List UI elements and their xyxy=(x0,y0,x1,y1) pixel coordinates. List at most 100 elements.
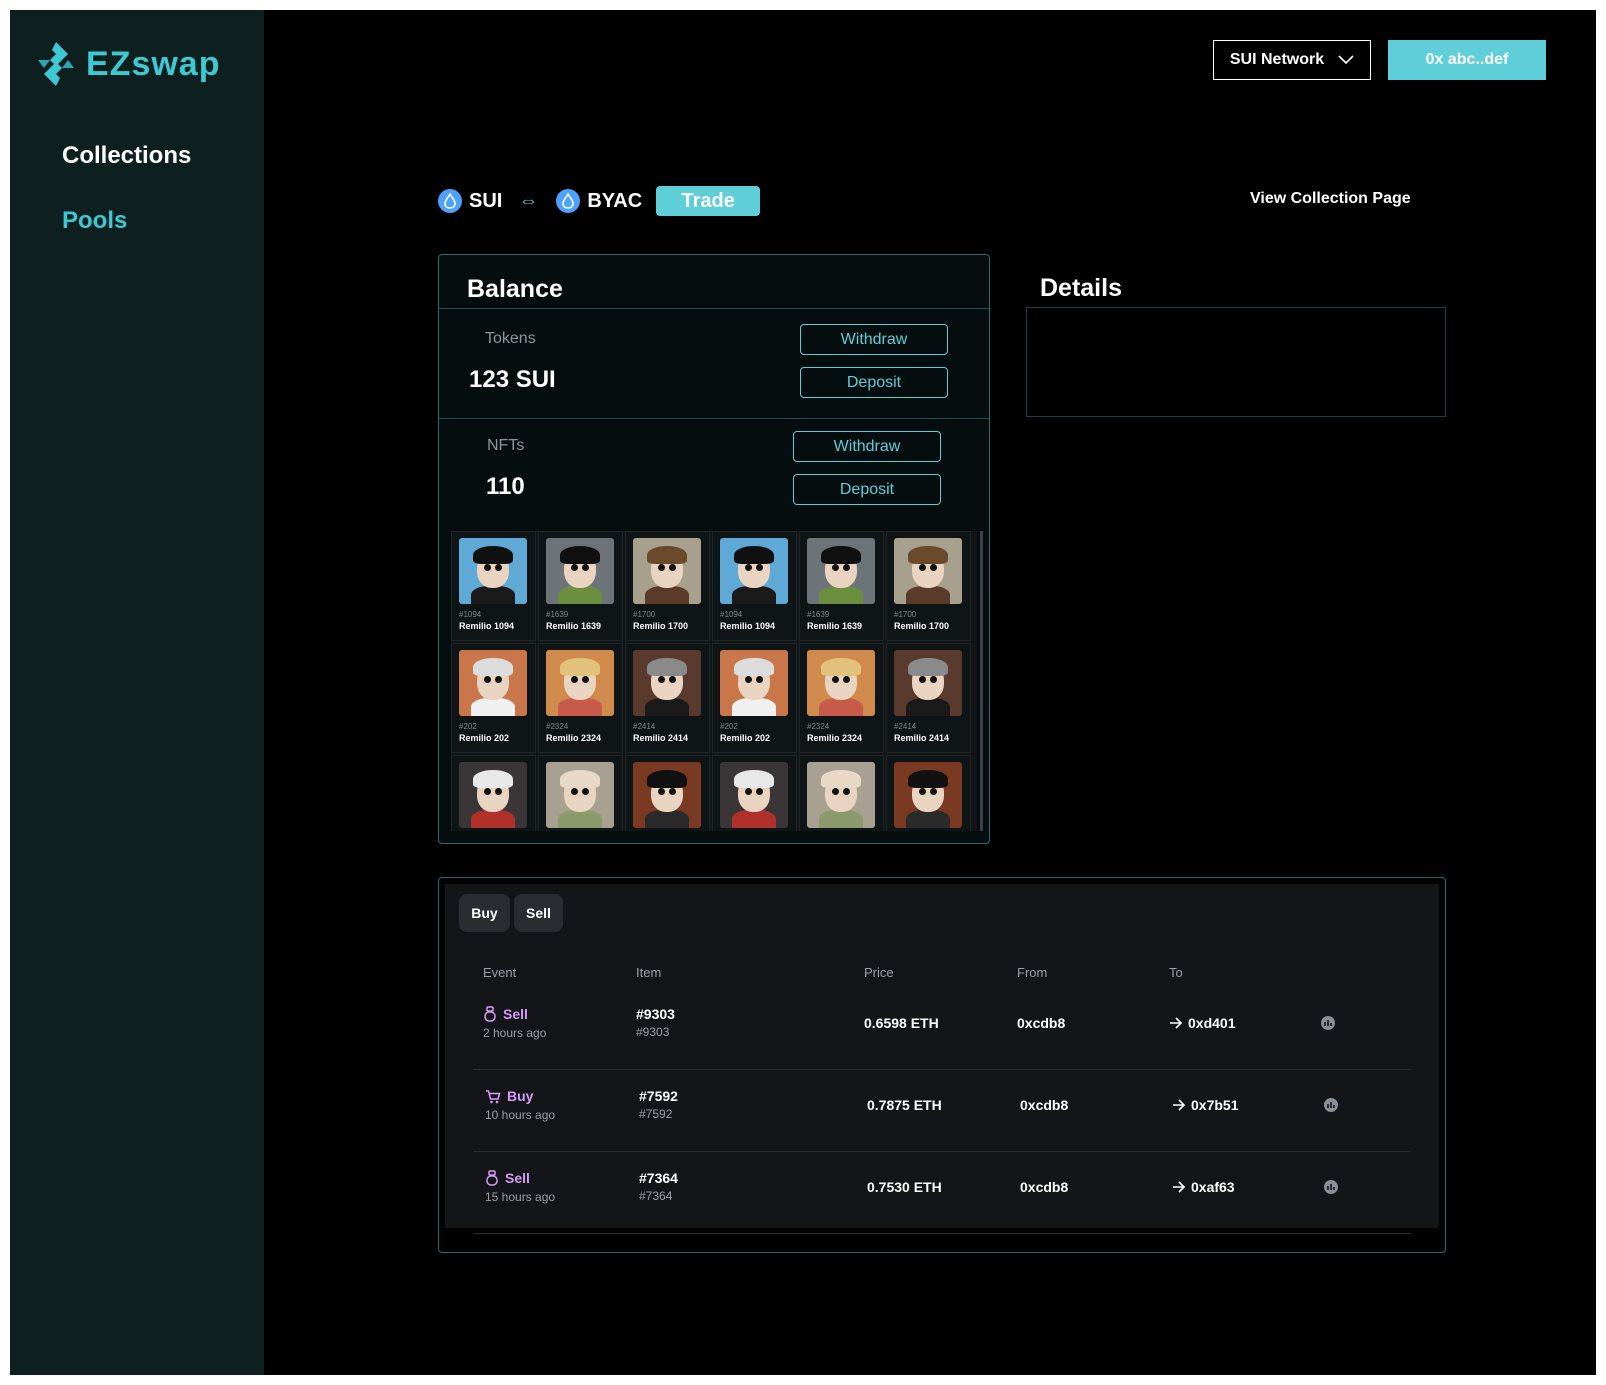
nft-id: #1639 xyxy=(807,610,830,619)
nft-image xyxy=(807,538,875,604)
nft-image xyxy=(546,538,614,604)
to-address-label: 0xaf63 xyxy=(1191,1179,1235,1195)
network-select[interactable]: SUI Network xyxy=(1213,40,1371,80)
app-window: EZswap Collections Pools SUI Network 0x … xyxy=(10,10,1596,1375)
event-time: 15 hours ago xyxy=(485,1190,556,1204)
event-type: Sell xyxy=(483,1006,528,1022)
explorer-link-icon[interactable] xyxy=(1320,1015,1336,1036)
nft-image xyxy=(459,762,527,828)
activity-panel: Buy Sell Event Item Price From To Sell 2… xyxy=(438,877,1446,1253)
from-address[interactable]: 0xcdb8 xyxy=(1020,1179,1068,1195)
nft-card[interactable]: #1700 Remilio 1700 xyxy=(625,531,710,641)
divider xyxy=(439,308,989,309)
nft-image xyxy=(459,538,527,604)
pool-pair: SUI ⇔ BYAC Trade xyxy=(438,186,761,216)
nft-id: #1094 xyxy=(459,610,482,619)
tokens-deposit-button[interactable]: Deposit xyxy=(800,367,948,398)
wallet-button[interactable]: 0x abc..def xyxy=(1388,40,1546,80)
divider xyxy=(439,418,989,419)
chevron-down-icon xyxy=(1338,55,1354,65)
activity-table: Buy Sell Event Item Price From To Sell 2… xyxy=(445,884,1439,1234)
tokens-withdraw-button[interactable]: Withdraw xyxy=(800,324,948,355)
nft-card[interactable] xyxy=(625,755,710,831)
sidebar-item-pools[interactable]: Pools xyxy=(62,207,127,235)
from-address[interactable]: 0xcdb8 xyxy=(1020,1097,1068,1113)
nft-image xyxy=(546,762,614,828)
nft-id: #1700 xyxy=(633,610,656,619)
table-row[interactable]: Sell 2 hours ago #9303 #9303 0.6598 ETH … xyxy=(473,988,1411,1070)
trade-button[interactable]: Trade xyxy=(656,186,761,216)
nft-image xyxy=(459,650,527,716)
nft-card[interactable] xyxy=(712,755,797,831)
nft-name: Remilio 1700 xyxy=(894,621,950,631)
item-id: #7592 xyxy=(639,1088,678,1104)
nft-image xyxy=(633,762,701,828)
nft-id: #2324 xyxy=(807,722,830,731)
nft-card[interactable]: #2324 Remilio 2324 xyxy=(538,643,623,753)
to-address-label: 0xd401 xyxy=(1188,1015,1236,1031)
nft-name: Remilio 2414 xyxy=(894,733,950,743)
table-row[interactable]: Sell 15 hours ago #7364 #7364 0.7530 ETH… xyxy=(473,1152,1411,1234)
nft-image xyxy=(720,650,788,716)
nft-name: Remilio 2324 xyxy=(546,733,602,743)
nft-grid: #1094 Remilio 1094 #1639 Remilio 1639 #1700 R… xyxy=(451,531,977,831)
price: 0.7875 ETH xyxy=(867,1097,942,1113)
table-row[interactable]: Buy 10 hours ago #7592 #7592 0.7875 ETH … xyxy=(473,1070,1411,1152)
nft-id: #202 xyxy=(720,722,738,731)
to-address[interactable]: 0xaf63 xyxy=(1172,1179,1235,1195)
nft-id: #2414 xyxy=(633,722,656,731)
nft-image xyxy=(894,538,962,604)
view-collection-link[interactable]: View Collection Page xyxy=(1250,190,1411,208)
sidebar-item-collections[interactable]: Collections xyxy=(62,142,191,170)
item-id: #9303 xyxy=(636,1006,675,1022)
to-address[interactable]: 0xd401 xyxy=(1169,1015,1235,1031)
to-address-label: 0x7b51 xyxy=(1191,1097,1239,1113)
event-time: 2 hours ago xyxy=(483,1026,547,1040)
nft-id: #1639 xyxy=(546,610,569,619)
nft-id: #1094 xyxy=(720,610,743,619)
nft-card[interactable]: #1700 Remilio 1700 xyxy=(886,531,971,641)
from-address[interactable]: 0xcdb8 xyxy=(1017,1015,1065,1031)
tab-buy[interactable]: Buy xyxy=(459,894,510,932)
nft-card[interactable]: #2414 Remilio 2414 xyxy=(625,643,710,753)
brand-logo[interactable]: EZswap xyxy=(34,40,220,88)
nft-image xyxy=(633,538,701,604)
nft-card[interactable]: #2324 Remilio 2324 xyxy=(799,643,884,753)
explorer-link-icon[interactable] xyxy=(1323,1179,1339,1200)
balance-title: Balance xyxy=(467,275,563,303)
nft-name: Remilio 1639 xyxy=(546,621,602,631)
nft-card[interactable]: #1639 Remilio 1639 xyxy=(538,531,623,641)
nft-id: #1700 xyxy=(894,610,917,619)
price: 0.6598 ETH xyxy=(864,1015,939,1031)
to-address[interactable]: 0x7b51 xyxy=(1172,1097,1238,1113)
event-type: Buy xyxy=(485,1088,533,1104)
event-time: 10 hours ago xyxy=(485,1108,556,1122)
nft-image xyxy=(546,650,614,716)
nft-card[interactable] xyxy=(799,755,884,831)
nft-name: Remilio 2414 xyxy=(633,733,689,743)
arrow-right-icon xyxy=(1170,1017,1183,1029)
nft-card[interactable]: #2414 Remilio 2414 xyxy=(886,643,971,753)
arrow-right-icon xyxy=(1173,1099,1186,1111)
nfts-withdraw-button[interactable]: Withdraw xyxy=(793,431,941,462)
nft-grid-scrollbar[interactable] xyxy=(980,531,983,831)
nft-card[interactable]: #202 Remilio 202 xyxy=(712,643,797,753)
nft-card[interactable]: #1094 Remilio 1094 xyxy=(712,531,797,641)
nft-card[interactable]: #1094 Remilio 1094 xyxy=(451,531,536,641)
nft-card[interactable] xyxy=(538,755,623,831)
sidebar: EZswap Collections Pools xyxy=(10,10,264,1375)
nft-image xyxy=(894,650,962,716)
nfts-deposit-button[interactable]: Deposit xyxy=(793,474,941,505)
nft-card[interactable] xyxy=(886,755,971,831)
tab-sell[interactable]: Sell xyxy=(514,894,563,932)
nfts-value: 110 xyxy=(486,473,525,500)
nft-card[interactable]: #1639 Remilio 1639 xyxy=(799,531,884,641)
explorer-link-icon[interactable] xyxy=(1323,1097,1339,1118)
nft-image xyxy=(807,650,875,716)
item-sub: #7364 xyxy=(639,1189,673,1203)
nft-card[interactable]: #202 Remilio 202 xyxy=(451,643,536,753)
nft-id: #202 xyxy=(459,722,477,731)
nft-card[interactable] xyxy=(451,755,536,831)
nft-name: Remilio 1094 xyxy=(720,621,776,631)
column-header-item: Item xyxy=(636,965,662,980)
